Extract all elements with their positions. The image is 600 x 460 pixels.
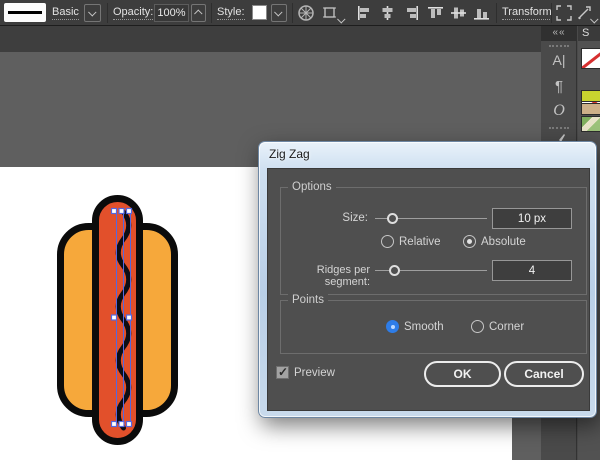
- character-panel-icon[interactable]: A|: [541, 52, 577, 68]
- points-group: Points Smooth Corner: [280, 294, 587, 354]
- opentype-panel-icon[interactable]: O: [541, 102, 577, 120]
- bounding-box-corners-icon[interactable]: [556, 5, 572, 26]
- select-similar-dropdown[interactable]: [590, 10, 599, 28]
- style-label[interactable]: Style:: [217, 6, 245, 20]
- opacity-value[interactable]: 100%: [154, 4, 189, 22]
- preview-checkbox[interactable]: [276, 365, 289, 379]
- swatch-none-large[interactable]: [581, 48, 600, 69]
- swatch-pattern[interactable]: [581, 116, 600, 132]
- toolbar-divider: [496, 3, 497, 23]
- options-group: Options Size: Relative Absolute Ridges p…: [280, 181, 587, 295]
- align-horizontal-center-button[interactable]: [380, 6, 395, 25]
- size-input[interactable]: [492, 208, 572, 229]
- chevron-down-icon: [274, 8, 283, 17]
- align-right-button[interactable]: [404, 6, 419, 25]
- dialog-title: Zig Zag: [269, 147, 310, 161]
- style-swatch[interactable]: [252, 5, 267, 20]
- control-bar: Basic Opacity: 100% Style: Transform: [0, 0, 600, 26]
- zigzag-dialog: Zig Zag Options Size: Relative Absolute …: [258, 141, 597, 418]
- size-slider-knob[interactable]: [387, 213, 398, 224]
- swatches-panel-title: S: [578, 26, 600, 41]
- select-similar-icon[interactable]: [576, 4, 592, 26]
- sausage-shape[interactable]: [92, 195, 143, 445]
- align-vertical-center-button[interactable]: [451, 6, 466, 25]
- preview-label[interactable]: Preview: [294, 367, 335, 379]
- chevron-right-icon: [193, 9, 203, 18]
- align-top-button[interactable]: [428, 6, 443, 25]
- align-left-button[interactable]: [357, 6, 372, 25]
- relative-label[interactable]: Relative: [399, 236, 441, 248]
- ridges-input[interactable]: [492, 260, 572, 281]
- opacity-label[interactable]: Opacity:: [113, 6, 154, 20]
- chevron-down-icon: [590, 15, 599, 24]
- opacity-expand-button[interactable]: [191, 4, 206, 22]
- chevron-down-icon: [87, 8, 97, 17]
- stroke-preview-icon: [8, 11, 42, 14]
- size-label: Size:: [342, 212, 368, 224]
- corner-radio[interactable]: [471, 320, 484, 333]
- document-tab-strip: [0, 26, 541, 52]
- toolbar-divider: [551, 3, 552, 23]
- ridges-label: Ridges per segment:: [316, 264, 370, 288]
- dialog-titlebar[interactable]: Zig Zag: [259, 142, 596, 168]
- cancel-button[interactable]: Cancel: [504, 361, 584, 387]
- corner-label[interactable]: Corner: [489, 321, 524, 333]
- artboard-options-icon[interactable]: [322, 5, 337, 25]
- dock-collapse-button[interactable]: ««: [541, 26, 577, 41]
- smooth-radio[interactable]: [386, 320, 399, 333]
- toolbar-divider: [292, 3, 293, 23]
- recolor-artwork-icon[interactable]: [297, 4, 315, 27]
- transform-link[interactable]: Transform: [502, 6, 552, 20]
- ok-button[interactable]: OK: [424, 361, 501, 387]
- paragraph-panel-icon[interactable]: ¶: [541, 78, 577, 95]
- swatch-yellow-green[interactable]: [581, 90, 600, 102]
- smooth-label[interactable]: Smooth: [404, 321, 444, 333]
- style-dropdown-button[interactable]: [271, 4, 287, 22]
- swatch-tan[interactable]: [581, 103, 600, 115]
- relative-radio[interactable]: [381, 235, 394, 248]
- dialog-body: Options Size: Relative Absolute Ridges p…: [267, 168, 590, 411]
- hotdog-artwork[interactable]: [50, 190, 185, 450]
- brush-definition-preview[interactable]: [4, 3, 46, 22]
- absolute-radio[interactable]: [463, 235, 476, 248]
- toolbar-divider: [107, 3, 108, 23]
- ridges-slider-knob[interactable]: [389, 265, 400, 276]
- artboard-dropdown-button[interactable]: [337, 10, 346, 28]
- brush-definition-label[interactable]: Basic: [52, 6, 79, 20]
- absolute-label[interactable]: Absolute: [481, 236, 526, 248]
- toolbar-divider: [211, 3, 212, 23]
- options-legend: Options: [288, 181, 336, 193]
- dock-group-divider: [549, 45, 569, 47]
- chevron-down-icon: [337, 15, 346, 24]
- align-bottom-button[interactable]: [474, 6, 489, 25]
- points-legend: Points: [288, 294, 328, 306]
- brush-dropdown-button[interactable]: [84, 4, 101, 22]
- dock-group-divider: [549, 127, 569, 129]
